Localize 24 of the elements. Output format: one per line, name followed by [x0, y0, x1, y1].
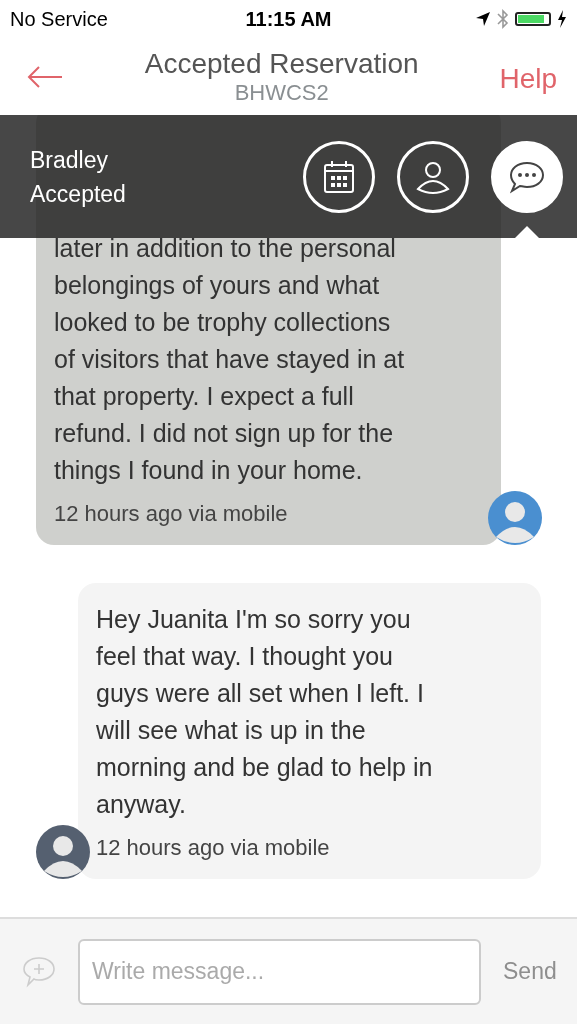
avatar-icon — [488, 491, 542, 545]
send-button[interactable]: Send — [503, 958, 557, 985]
clock-text: 11:15 AM — [244, 7, 333, 31]
charging-icon — [557, 10, 567, 28]
selection-pointer — [515, 225, 539, 238]
speech-bubble-icon — [508, 159, 546, 194]
reservation-status: Accepted — [30, 179, 126, 209]
calendar-icon — [322, 158, 356, 195]
message-meta: 12 hours ago via mobile — [54, 501, 289, 527]
location-icon — [475, 11, 491, 27]
bluetooth-icon — [497, 9, 509, 29]
help-button[interactable]: Help — [499, 62, 557, 95]
carrier-text: No Service — [10, 7, 108, 31]
guest-name: Bradley — [30, 145, 109, 175]
profile-tab[interactable] — [397, 140, 469, 213]
message-meta: 12 hours ago via mobile — [96, 835, 331, 861]
battery-icon — [515, 12, 551, 26]
reservation-code: BHWCS2 — [234, 79, 329, 106]
message-text: later in addition to the personal belongings of yours and what looked to be trophy collections of visitors that have stayed in at that property. I expect a full refund. I did not sign up for the things I found in your home. — [54, 233, 406, 486]
message-text: Hey Juanita I'm so sorry you feel that way. I thought you guys were all set when I left. I will see what is up in the morning and be glad to help in anyway. — [96, 604, 434, 820]
message-input[interactable]: Write message... — [78, 938, 481, 1005]
page-title: Accepted Reservation — [144, 47, 419, 80]
calendar-tab[interactable] — [303, 140, 375, 213]
back-button[interactable] — [26, 65, 64, 88]
